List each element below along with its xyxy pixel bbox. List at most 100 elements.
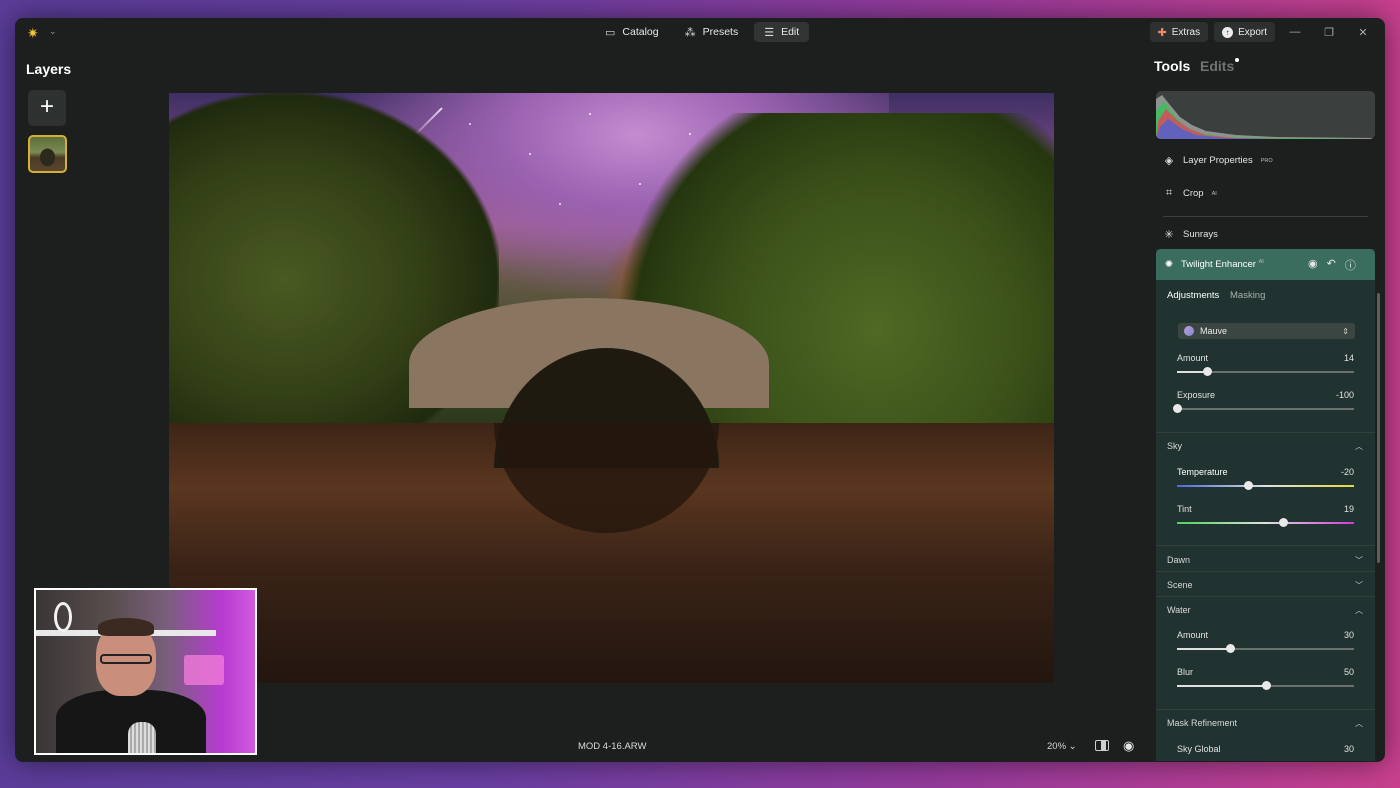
ai-badge: AI — [1211, 190, 1217, 197]
tab-edit-label: Edit — [781, 26, 800, 38]
slider-value: 30 — [1343, 744, 1354, 754]
slider-value: -100 — [1335, 390, 1354, 400]
twilight-actions: ◉ ↶ ⓘ — [1308, 257, 1356, 273]
tab-edit[interactable]: ☰ Edit — [754, 22, 810, 42]
chevron-down-icon: ﹀ — [1355, 556, 1363, 565]
preset-swatch — [1184, 326, 1194, 336]
export-icon: ↑ — [1222, 26, 1234, 38]
info-icon[interactable]: ⓘ — [1345, 257, 1356, 273]
divider — [1163, 216, 1368, 217]
layers-title: Layers — [26, 61, 72, 77]
exposure-slider[interactable] — [1173, 404, 1354, 413]
chevron-up-icon: ︿ — [1355, 606, 1363, 615]
layers-icon: ◈ — [1164, 155, 1174, 167]
export-button[interactable]: ↑ Export — [1214, 22, 1275, 42]
updown-icon: ⇕ — [1342, 326, 1349, 336]
subtab-masking[interactable]: Masking — [1230, 290, 1265, 301]
chevron-up-icon: ︿ — [1355, 442, 1363, 451]
water-blur-slider[interactable] — [1177, 681, 1354, 690]
extras-label: Extras — [1171, 26, 1201, 38]
subtab-adjustments[interactable]: Adjustments — [1167, 290, 1219, 301]
close-button[interactable]: ✕ — [1349, 26, 1377, 39]
section-title: Dawn — [1167, 555, 1191, 565]
twilight-title-text: Twilight Enhancer — [1180, 259, 1256, 271]
section-title: Sky — [1167, 441, 1183, 451]
titlebar-actions: ✚ Extras ↑ Export — ❐ ✕ — [1149, 22, 1377, 42]
extras-button[interactable]: ✚ Extras — [1149, 22, 1209, 42]
sparkle-icon: ⁂ — [684, 26, 696, 39]
chevron-up-icon: ︿ — [1355, 719, 1363, 728]
add-layer-button[interactable]: + — [28, 90, 66, 126]
tab-catalog[interactable]: ▭ Catalog — [595, 22, 669, 42]
slider-value: -20 — [1340, 467, 1354, 477]
slider-thumb[interactable] — [1243, 481, 1253, 490]
title-bar: ✷ ⌄ ▭ Catalog ⁂ Presets ☰ Edit ✚ Extras … — [15, 18, 1385, 48]
preset-value: Mauve — [1200, 326, 1228, 336]
edits-indicator — [1235, 58, 1239, 62]
ai-badge: AI — [1258, 259, 1264, 265]
zoom-value: 20% — [1047, 741, 1067, 752]
slider-thumb[interactable] — [1261, 681, 1271, 690]
twilight-icon: ✺ — [1165, 259, 1173, 270]
preview-eye-icon[interactable]: ◉ — [1123, 738, 1134, 754]
slider-label: Exposure — [1177, 390, 1216, 400]
tab-edits[interactable]: Edits — [1200, 58, 1234, 74]
main-nav: ▭ Catalog ⁂ Presets ☰ Edit — [595, 22, 810, 42]
tab-catalog-label: Catalog — [622, 26, 659, 38]
water-amount-slider[interactable] — [1177, 644, 1354, 653]
photo-canvas[interactable] — [169, 93, 1054, 683]
sun-icon: ✳ — [1164, 229, 1174, 241]
webcam-overlay — [34, 588, 257, 755]
layer-thumbnail[interactable] — [28, 135, 67, 173]
slider-value: 30 — [1343, 630, 1354, 640]
sliders-icon: ☰ — [764, 26, 775, 39]
microphone-icon — [128, 722, 156, 753]
slider-label: Sky Global — [1177, 744, 1221, 754]
tab-presets-label: Presets — [702, 26, 739, 38]
slider-thumb[interactable] — [1173, 404, 1182, 413]
section-sky[interactable]: Sky ︿ — [1167, 441, 1363, 452]
filename-label: MOD 4-16.ARW — [578, 741, 647, 752]
twilight-title: ✺ Twilight Enhancer AI — [1165, 259, 1264, 270]
pro-badge: PRO — [1260, 157, 1273, 164]
folder-icon: ▭ — [605, 26, 616, 39]
restore-button[interactable]: ❐ — [1315, 26, 1343, 39]
histogram-graph — [1156, 95, 1375, 139]
section-scene[interactable]: Scene ﹀ — [1167, 580, 1363, 591]
puzzle-icon: ✚ — [1157, 26, 1167, 39]
undo-icon[interactable]: ↶ — [1327, 257, 1336, 273]
slider-label: Blur — [1177, 667, 1194, 677]
chevron-down-icon[interactable]: ⌄ — [49, 26, 57, 37]
tool-layer-properties[interactable]: ◈ Layer Properties PRO — [1163, 154, 1273, 167]
slider-label: Temperature — [1177, 467, 1228, 477]
tab-tools[interactable]: Tools — [1154, 58, 1190, 74]
section-dawn[interactable]: Dawn ﹀ — [1167, 555, 1363, 566]
slider-label: Amount — [1177, 353, 1209, 363]
section-title: Mask Refinement — [1167, 718, 1238, 728]
minimize-button[interactable]: — — [1281, 26, 1309, 38]
preset-dropdown[interactable]: Mauve ⇕ — [1178, 323, 1355, 339]
compare-icon[interactable] — [1095, 740, 1109, 751]
section-title: Scene — [1167, 580, 1193, 590]
slider-thumb[interactable] — [1203, 367, 1213, 376]
slider-label: Amount — [1177, 630, 1209, 640]
tool-label: Crop — [1183, 188, 1204, 199]
panel-scrollbar[interactable] — [1377, 293, 1380, 563]
amount-slider[interactable] — [1177, 367, 1354, 376]
slider-value: 19 — [1343, 504, 1354, 514]
tint-slider[interactable] — [1177, 518, 1354, 527]
section-mask-refinement[interactable]: Mask Refinement ︿ — [1167, 718, 1363, 729]
chevron-down-icon: ﹀ — [1355, 581, 1363, 590]
histogram — [1156, 91, 1375, 139]
tool-crop[interactable]: ⌗ Crop AI — [1163, 187, 1217, 200]
section-water[interactable]: Water ︿ — [1167, 605, 1363, 616]
slider-label: Tint — [1177, 504, 1192, 514]
tab-presets[interactable]: ⁂ Presets — [675, 22, 749, 42]
visibility-eye-icon[interactable]: ◉ — [1308, 257, 1318, 273]
zoom-dropdown[interactable]: 20% ⌄ — [1047, 741, 1077, 752]
app-logo-icon[interactable]: ✷ — [27, 25, 43, 41]
crop-icon: ⌗ — [1165, 187, 1173, 199]
temperature-slider[interactable] — [1177, 481, 1354, 490]
tool-sunrays[interactable]: ✳ Sunrays — [1163, 228, 1217, 241]
section-title: Water — [1167, 605, 1191, 615]
